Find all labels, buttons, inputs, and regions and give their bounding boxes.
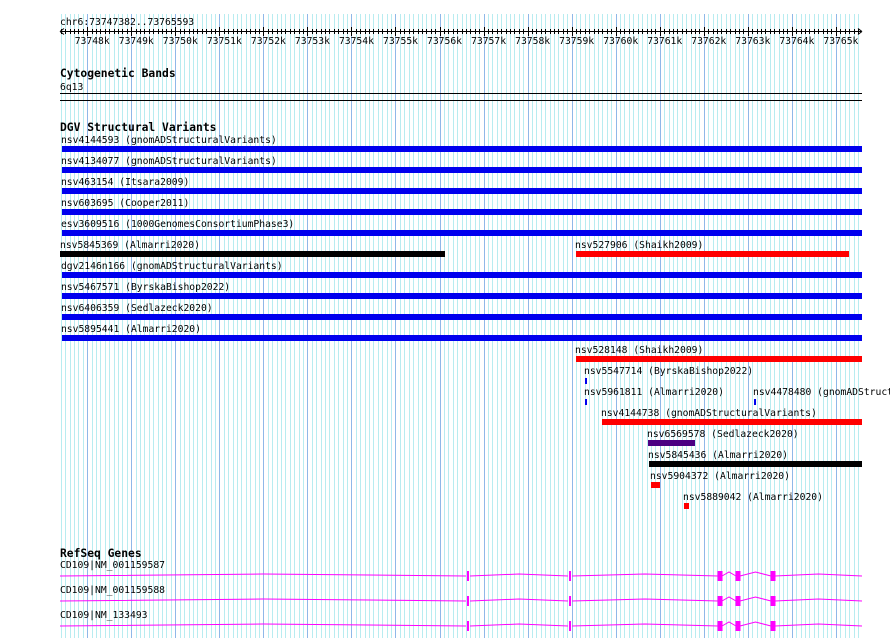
gene-exon[interactable]	[770, 571, 776, 581]
variant-bar-nsv603695[interactable]	[61, 209, 863, 215]
gene-label[interactable]: CD109|NM_133493	[60, 610, 148, 621]
gene-exon[interactable]	[569, 621, 572, 631]
variant-label[interactable]: nsv5904372 (Almarri2020)	[650, 471, 790, 482]
ruler-tick-label: 73749k	[119, 36, 154, 47]
variant-bar-dgv2146n166[interactable]	[61, 272, 863, 278]
variant-bar-nsv6569578[interactable]	[648, 440, 696, 446]
variant-label[interactable]: nsv5895441 (Almarri2020)	[61, 324, 201, 335]
variant-label[interactable]: nsv603695 (Cooper2011)	[61, 198, 189, 209]
ruler-tick-label: 73759k	[559, 36, 594, 47]
gene-exon[interactable]	[770, 621, 776, 631]
ruler-tick-label: 73752k	[251, 36, 286, 47]
variant-label[interactable]: nsv5845369 (Almarri2020)	[60, 240, 200, 251]
variant-bar-nsv4134077[interactable]	[61, 167, 863, 173]
track-title-cytogenetic-bands: Cytogenetic Bands	[60, 67, 176, 80]
variant-bar-nsv5547714[interactable]	[584, 378, 587, 384]
ruler-tick-label: 73748k	[75, 36, 110, 47]
ruler-tick-label: 73751k	[207, 36, 242, 47]
variant-label[interactable]: nsv5961811 (Almarri2020)	[584, 387, 724, 398]
gene-exon[interactable]	[735, 571, 741, 581]
genome-browser-view[interactable]: chr6:73747382..73765593 73748k 73749k 73750…	[0, 0, 890, 638]
ruler-tick-label: 73753k	[295, 36, 330, 47]
variant-bar-nsv4144593[interactable]	[61, 146, 863, 152]
ruler-tick-label: 73757k	[471, 36, 506, 47]
gene-label[interactable]: CD109|NM_001159587	[60, 560, 165, 571]
region-label: chr6:73747382..73765593	[60, 17, 194, 28]
variant-bar-nsv5904372[interactable]	[651, 482, 660, 488]
variant-label[interactable]: nsv4134077 (gnomADStructuralVariants)	[61, 156, 277, 167]
gene-exon[interactable]	[569, 571, 572, 581]
variant-bar-nsv5895441[interactable]	[61, 335, 863, 341]
variant-bar-nsv5467571[interactable]	[61, 293, 863, 299]
variant-bar-nsv527906[interactable]	[576, 251, 850, 257]
ruler-tick-label: 73764k	[779, 36, 814, 47]
ruler-tick-label: 73750k	[163, 36, 198, 47]
gene-exon[interactable]	[717, 571, 723, 581]
ruler-tick-label: 73765k	[823, 36, 858, 47]
variant-bar-nsv5961811[interactable]	[584, 399, 587, 405]
variant-label[interactable]: nsv5547714 (ByrskaBishop2022)	[584, 366, 753, 377]
gene-exon[interactable]	[735, 621, 741, 631]
ruler-tick-label: 73758k	[515, 36, 550, 47]
variant-label[interactable]: nsv5467571 (ByrskaBishop2022)	[61, 282, 230, 293]
variant-bar-nsv5845436[interactable]	[649, 461, 862, 467]
track-title-dgv-structural-variants: DGV Structural Variants	[60, 121, 216, 134]
ruler-tick-label: 73761k	[647, 36, 682, 47]
variant-label[interactable]: nsv5889042 (Almarri2020)	[683, 492, 823, 503]
variant-label[interactable]: nsv4478480 (gnomADStructuralVariants)	[753, 387, 890, 398]
variant-bar-nsv463154[interactable]	[61, 188, 863, 194]
gene-exon[interactable]	[466, 571, 469, 581]
variant-bar-esv3609516[interactable]	[61, 230, 863, 236]
variant-bar-nsv4478480[interactable]	[754, 399, 757, 405]
gene-exon[interactable]	[466, 621, 469, 631]
variant-label[interactable]: nsv528148 (Shaikh2009)	[575, 345, 703, 356]
ruler-tick-label: 73763k	[735, 36, 770, 47]
gene-exon[interactable]	[569, 596, 572, 606]
variant-label[interactable]: nsv4144738 (gnomADStructuralVariants)	[601, 408, 817, 419]
variant-bar-nsv528148[interactable]	[576, 356, 862, 362]
gene-exon[interactable]	[717, 596, 723, 606]
gene-label[interactable]: CD109|NM_001159588	[60, 585, 165, 596]
variant-bar-nsv4144738[interactable]	[601, 419, 862, 425]
variant-label[interactable]: nsv5845436 (Almarri2020)	[648, 450, 788, 461]
gene-exon[interactable]	[466, 596, 469, 606]
ruler-tick-label: 73756k	[427, 36, 462, 47]
variant-bar-nsv5889042[interactable]	[683, 503, 690, 509]
variant-label[interactable]: nsv4144593 (gnomADStructuralVariants)	[61, 135, 277, 146]
cytoband-label[interactable]: 6q13	[60, 82, 83, 93]
gene-exon[interactable]	[717, 621, 723, 631]
ruler-tick-label: 73755k	[383, 36, 418, 47]
variant-label[interactable]: esv3609516 (1000GenomesConsortiumPhase3)	[61, 219, 294, 230]
variant-label[interactable]: nsv6569578 (Sedlazeck2020)	[647, 429, 799, 440]
variant-label[interactable]: dgv2146n166 (gnomADStructuralVariants)	[61, 261, 283, 272]
variant-label[interactable]: nsv527906 (Shaikh2009)	[575, 240, 703, 251]
variant-label[interactable]: nsv6406359 (Sedlazeck2020)	[61, 303, 213, 314]
track-title-refseq-genes: RefSeq Genes	[60, 547, 142, 560]
ruler-tick-label: 73760k	[603, 36, 638, 47]
variant-label[interactable]: nsv463154 (Itsara2009)	[61, 177, 189, 188]
ruler-tick-label: 73754k	[339, 36, 374, 47]
ruler-tick-label: 73762k	[691, 36, 726, 47]
gene-exon[interactable]	[735, 596, 741, 606]
variant-bar-nsv5845369[interactable]	[60, 251, 445, 257]
gene-exon[interactable]	[770, 596, 776, 606]
variant-bar-nsv6406359[interactable]	[61, 314, 863, 320]
